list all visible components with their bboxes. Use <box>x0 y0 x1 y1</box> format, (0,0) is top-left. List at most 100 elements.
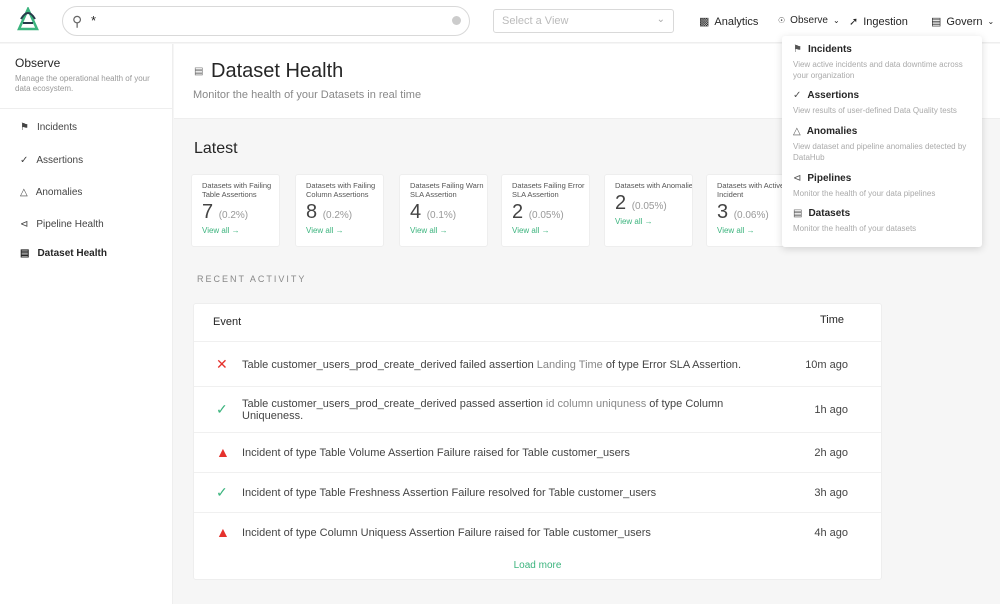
menu-item-label: Anomalies <box>806 126 858 137</box>
event-text-part: raised for Table <box>491 527 573 539</box>
event-text-part: Column Uniquess Assertion Failure <box>319 527 492 539</box>
event-time: 2h ago <box>814 447 848 459</box>
sidebar-item-label: Anomalies <box>35 187 83 198</box>
search-input[interactable]: ⚲ * <box>62 6 470 36</box>
view-select[interactable]: Select a View ⌄ <box>493 9 674 33</box>
event-text-part: Incident <box>242 527 281 539</box>
nav-govern-label: Govern <box>946 15 983 28</box>
clear-icon[interactable] <box>452 16 461 25</box>
book-icon: ▤ <box>931 16 942 28</box>
stat-percent: (0.05%) <box>631 201 667 212</box>
bar-chart-icon: ▩ <box>699 16 710 28</box>
stat-card-title: Datasets Failing Error SLA Assertion <box>512 181 585 199</box>
search-value[interactable]: * <box>91 13 96 28</box>
sidebar-item-pipeline-health[interactable]: ⊲ Pipeline Health <box>20 219 104 230</box>
flag-icon: ⚑ <box>793 44 802 55</box>
event-time: 10m ago <box>805 358 848 371</box>
table-row: ✓ Incident of type Table Freshness Assert… <box>194 472 881 512</box>
sidebar-title: Observe <box>15 56 61 70</box>
warning-icon: ▲ <box>216 444 230 460</box>
event-text-part: Table <box>242 358 272 371</box>
sidebar-item-label: Assertions <box>36 155 84 166</box>
event-text-part: Error SLA Assertion <box>641 358 738 371</box>
sidebar-item-dataset-health[interactable]: ▤ Dataset Health <box>20 248 107 259</box>
menu-item-label: Datasets <box>808 208 851 219</box>
latest-heading: Latest <box>194 140 238 157</box>
eye-icon: ☉ <box>778 16 786 25</box>
view-all-link[interactable]: View all → <box>306 226 383 235</box>
view-all-link[interactable]: View all → <box>410 226 487 235</box>
table-icon: ▤ <box>194 66 204 77</box>
divider <box>0 108 172 109</box>
chevron-down-icon: ⌄ <box>656 14 665 25</box>
menu-item-description: View results of user-defined Data Qualit… <box>793 106 957 115</box>
stat-count: 2 <box>512 201 524 223</box>
stat-count: 8 <box>306 201 318 223</box>
check-icon: ✓ <box>216 484 228 500</box>
event-text: Table customer_users_prod_create_derived… <box>242 398 782 422</box>
table-icon: ▤ <box>20 248 30 259</box>
event-text-part: id column uniquness <box>545 398 647 410</box>
nav-analytics-label: Analytics <box>714 15 759 28</box>
sidebar-item-assertions[interactable]: ✓ Assertions <box>20 155 83 166</box>
menu-item-assertions[interactable]: ✓ Assertions View results of user-defined … <box>793 90 975 116</box>
stat-card-title: Datasets with Failing Column Assertions <box>306 181 376 199</box>
page-subtitle: Monitor the health of your Datasets in r… <box>193 89 422 101</box>
event-text-part: customer_users <box>551 447 630 459</box>
menu-item-description: Monitor the health of your data pipeline… <box>793 189 936 198</box>
menu-item-datasets[interactable]: ▤ Datasets Monitor the health of your data… <box>793 208 975 234</box>
nav-observe-label: Observe <box>790 15 828 26</box>
stat-count: 7 <box>202 201 214 223</box>
menu-item-incidents[interactable]: ⚑ Incidents View active incidents and data… <box>793 44 975 81</box>
event-text-part: of type <box>280 487 320 499</box>
share-icon: ⊲ <box>793 173 802 184</box>
event-text: Incident of type Table Freshness Asserti… <box>242 487 782 499</box>
stat-card: Datasets with Failing Column Assertions 8… <box>295 174 384 247</box>
menu-item-pipelines[interactable]: ⊲ Pipelines Monitor the health of your dat… <box>793 173 975 199</box>
view-all-link[interactable]: View all → <box>512 226 589 235</box>
stat-percent: (0.2%) <box>218 210 249 221</box>
event-text-part: of type <box>646 398 686 410</box>
sidebar-item-incidents[interactable]: ⚑ Incidents <box>20 122 77 133</box>
event-time: 4h ago <box>814 527 848 539</box>
menu-item-description: View active incidents and data downtime … <box>793 60 963 80</box>
menu-item-anomalies[interactable]: △ Anomalies View dataset and pipeline anom… <box>793 126 975 163</box>
view-all-link[interactable]: View all → <box>615 217 692 226</box>
event-text-part: of type <box>602 358 642 371</box>
event-text-part: of type <box>280 527 320 539</box>
rocket-icon: ➚ <box>849 16 859 28</box>
menu-item-description: View dataset and pipeline anomalies dete… <box>793 142 967 162</box>
event-text-part: Table Freshness Assertion Failure <box>319 487 486 499</box>
datahub-logo[interactable] <box>16 7 40 33</box>
menu-item-description: Monitor the health of your datasets <box>793 224 917 233</box>
view-all-link[interactable]: View all → <box>202 226 279 235</box>
chevron-down-icon: ⌄ <box>987 17 995 26</box>
event-text-part: customer_users <box>572 527 651 539</box>
sidebar-item-label: Incidents <box>36 122 77 133</box>
load-more-button[interactable]: Load more <box>194 560 881 571</box>
sidebar-item-label: Pipeline Health <box>36 219 104 230</box>
stat-card-value: 2 (0.05%) <box>512 201 589 224</box>
table-row: ✓ Table customer_users_prod_create_derive… <box>194 386 881 432</box>
event-text-part: passed assertion <box>456 398 546 410</box>
stat-percent: (0.05%) <box>528 210 564 221</box>
event-text-part: raised for Table <box>470 447 552 459</box>
stat-percent: (0.2%) <box>322 210 353 221</box>
nav-govern[interactable]: ▤ Govern ⌄ <box>931 15 995 29</box>
stat-count: 4 <box>410 201 422 223</box>
nav-analytics[interactable]: ▩ Analytics <box>699 15 759 29</box>
column-header-event: Event <box>213 316 242 328</box>
nav-observe[interactable]: ☉ Observe ⌄ <box>778 15 840 26</box>
event-text-part: customer_users_prod_create_derived <box>271 398 457 410</box>
nav-ingestion[interactable]: ➚ Ingestion <box>849 15 908 29</box>
menu-item-label: Incidents <box>807 44 852 55</box>
stat-count: 3 <box>717 201 729 223</box>
sidebar-item-anomalies[interactable]: △ Anomalies <box>20 187 82 198</box>
event-text: Incident of type Table Volume Assertion … <box>242 447 782 459</box>
stat-count: 2 <box>615 192 627 214</box>
event-text-part: resolved for Table <box>485 487 578 499</box>
table-row: ▲ Incident of type Column Uniquess Assert… <box>194 512 881 552</box>
stat-card: Datasets Failing Warn SLA Assertion 4 (0.… <box>399 174 488 247</box>
check-circle-icon: ✓ <box>793 90 802 101</box>
search-icon: ⚲ <box>72 13 83 29</box>
